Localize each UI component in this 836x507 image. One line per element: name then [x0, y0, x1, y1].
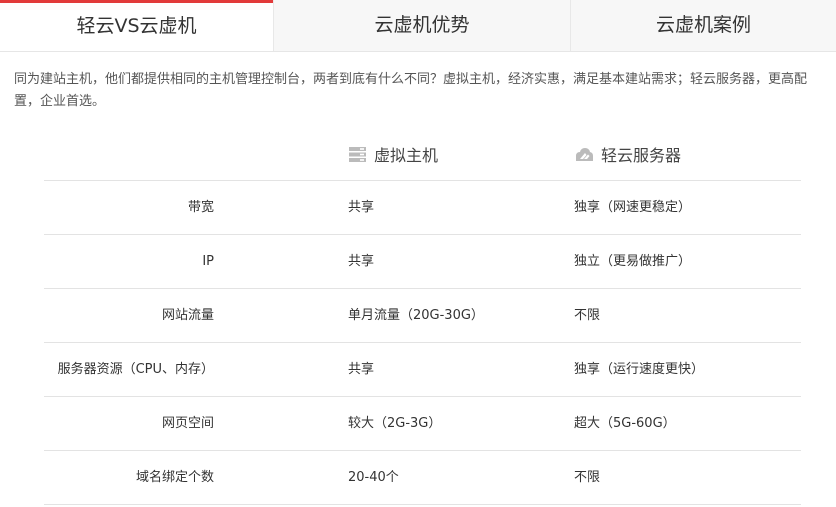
- column-label: 虚拟主机: [374, 146, 439, 165]
- table-header: 虚拟主机 轻云服务器: [44, 128, 801, 181]
- row-value: 独享（运行速度更快）: [574, 362, 705, 377]
- tab-compare[interactable]: 轻云VS云虚机: [0, 0, 273, 51]
- table-row: 网页空间 较大（2G-3G） 超大（5G-60G）: [44, 397, 801, 451]
- column-label: 轻云服务器: [601, 146, 682, 165]
- row-value: 超大（5G-60G）: [574, 416, 676, 431]
- row-value: 共享: [348, 200, 375, 215]
- cloud-icon: [576, 147, 593, 161]
- table-row: IP 共享 独立（更易做推广）: [44, 235, 801, 289]
- tab-advantages[interactable]: 云虚机优势: [273, 0, 570, 51]
- tab-cases[interactable]: 云虚机案例: [570, 0, 836, 51]
- table-row: 服务器资源（CPU、内存） 共享 独享（运行速度更快）: [44, 343, 801, 397]
- row-label: IP: [202, 254, 214, 269]
- table-row: 域名绑定个数 20-40个 不限: [44, 451, 801, 505]
- row-value: 共享: [348, 362, 375, 377]
- tab-bar: 轻云VS云虚机 云虚机优势 云虚机案例: [0, 0, 836, 52]
- table-row: 带宽 共享 独享（网速更稳定）: [44, 181, 801, 235]
- table-body: 带宽 共享 独享（网速更稳定） IP 共享 独立（更易做推广） 网站流量 单月流量（20G-3…: [44, 181, 801, 505]
- row-value: 单月流量（20G-30G）: [348, 308, 484, 323]
- row-value: 独享（网速更稳定）: [574, 200, 692, 215]
- column-cloud-server: 轻云服务器: [574, 142, 681, 166]
- column-virtual-host: 虚拟主机: [348, 142, 438, 166]
- intro-text: 同为建站主机，他们都提供相同的主机管理控制台，两者到底有什么不同？虚拟主机，经济…: [14, 72, 808, 109]
- row-value: 20-40个: [348, 470, 399, 485]
- server-icon: [349, 146, 366, 162]
- row-value: 不限: [574, 470, 601, 485]
- row-label: 网站流量: [161, 308, 214, 323]
- comparison-table: 虚拟主机 轻云服务器 带宽 共享 独享（网速更稳定） IP 共享 独立（更易做推广） 网站流…: [44, 128, 801, 505]
- row-label: 服务器资源（CPU、内存）: [57, 362, 214, 377]
- row-label: 网页空间: [161, 416, 214, 431]
- row-label: 域名绑定个数: [135, 470, 214, 485]
- row-value: 独立（更易做推广）: [574, 254, 692, 269]
- row-value: 共享: [348, 254, 375, 269]
- table-row: 网站流量 单月流量（20G-30G） 不限: [44, 289, 801, 343]
- row-value: 不限: [574, 308, 601, 323]
- row-value: 较大（2G-3G）: [348, 416, 442, 431]
- row-label: 带宽: [187, 200, 214, 215]
